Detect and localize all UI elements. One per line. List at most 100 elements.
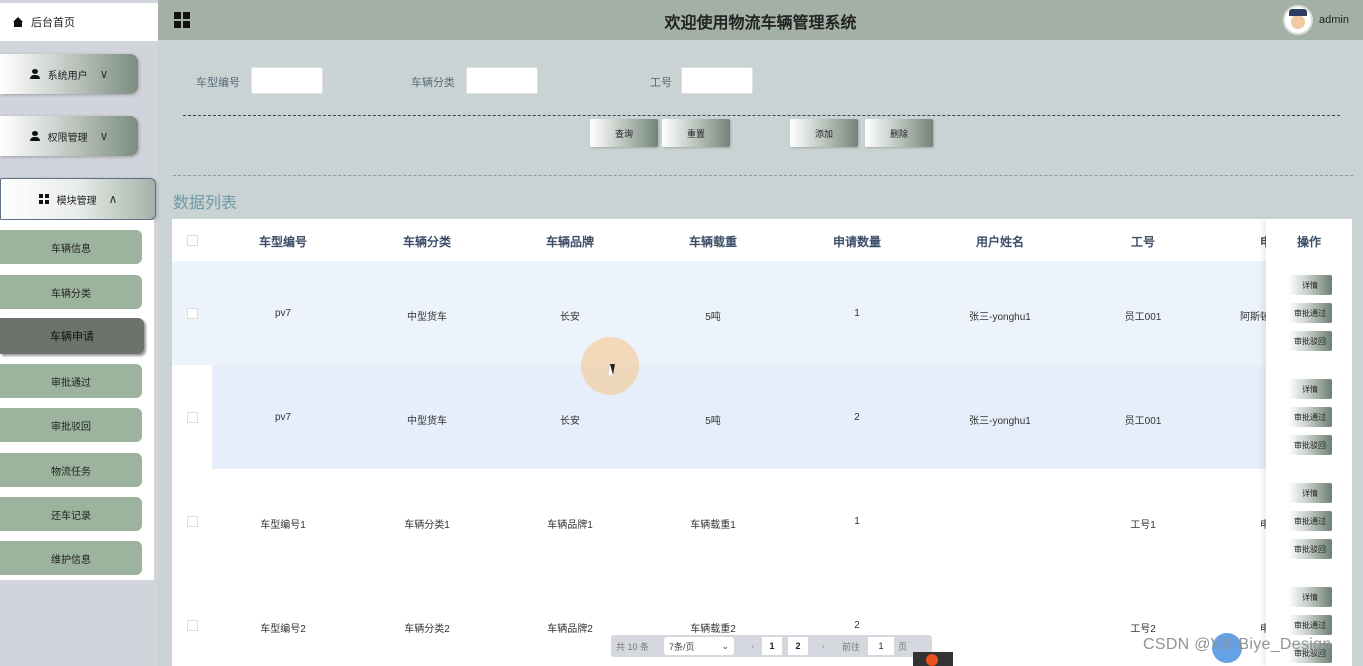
search-label-job-no: 工号 [650, 77, 672, 89]
cell-job-no: 工号1 [1130, 520, 1156, 531]
detail-button[interactable]: 详情 [1288, 379, 1332, 399]
approve-button[interactable]: 审批通过 [1288, 303, 1332, 323]
cell-load: 5吨 [705, 416, 721, 427]
cell-user-name: 张三-yonghu1 [969, 416, 1031, 427]
menu-modules[interactable]: 模块管理 ∧ [0, 178, 156, 220]
cell-model-no: 车型编号2 [260, 624, 306, 635]
goto-suffix: 页 [898, 641, 908, 652]
detail-button[interactable]: 详情 [1288, 587, 1332, 607]
column-header: 车型编号 [258, 235, 307, 249]
row-checkbox[interactable] [187, 308, 198, 319]
pagination: 共 10 条 7条/页 ⌄ ‹ 1 2 › 前往 1 页 [611, 635, 932, 657]
home-link[interactable]: 后台首页 [0, 3, 158, 41]
add-button[interactable]: 添加 [790, 119, 858, 147]
goto-label: 前往 [842, 641, 861, 652]
cell-user-name: 张三-yonghu1 [969, 312, 1031, 323]
user-icon [29, 69, 40, 79]
divider [183, 115, 1340, 116]
next-page-button[interactable]: › [814, 637, 832, 655]
job-no-input[interactable] [681, 67, 753, 94]
pagination-total: 共 10 条 [616, 641, 650, 652]
detail-button[interactable]: 详情 [1288, 275, 1332, 295]
prev-page-button[interactable]: ‹ [744, 637, 762, 655]
chevron-down-icon: ⌄ [721, 640, 729, 651]
page-size-value: 7条/页 [669, 641, 695, 652]
sidebar: 后台首页 富啓 系统用户 ∨ 权限管理 ∨ 模块管理 ∧ 车辆信息 车辆分类 车… [0, 0, 158, 666]
avatar [1283, 5, 1314, 35]
column-header: 车辆载重 [688, 235, 737, 249]
column-header: 用户姓名 [975, 235, 1024, 249]
approve-button[interactable]: 审批通过 [1288, 511, 1332, 531]
cell-quantity: 1 [854, 308, 860, 319]
table-row[interactable]: pv7 中型货车 长安 5吨 2 张三-yonghu1 员工001 [172, 365, 1352, 469]
cell-quantity: 2 [854, 412, 860, 423]
submenu-return-record[interactable]: 还车记录 [0, 497, 142, 531]
username: admin [1319, 14, 1349, 26]
chevron-down-icon: ∨ [99, 129, 109, 143]
list-title: 数据列表 [173, 195, 238, 212]
chevron-down-icon: ∨ [99, 67, 109, 81]
menu-label: 模块管理 [56, 195, 97, 207]
menu-system-users[interactable]: 系统用户 ∨ [0, 54, 138, 94]
delete-button[interactable]: 删除 [865, 119, 933, 147]
submenu-vehicle-category[interactable]: 车辆分类 [0, 275, 142, 309]
cell-category: 中型货车 [407, 312, 447, 323]
submenu-rejected[interactable]: 审批驳回 [0, 408, 142, 442]
table-header: 车型编号 车辆分类 车辆品牌 车辆载重 申请数量 用户姓名 工号 申 [172, 219, 1352, 261]
cell-load: 车辆载重1 [690, 520, 736, 531]
cell-brand: 长安 [560, 312, 580, 323]
reject-button[interactable]: 审批驳回 [1288, 331, 1332, 351]
submenu-logistics-task[interactable]: 物流任务 [0, 453, 142, 487]
row-checkbox[interactable] [187, 620, 198, 631]
page-1[interactable]: 1 [762, 637, 782, 655]
row-checkbox[interactable] [187, 516, 198, 527]
divider [173, 175, 1353, 176]
table-row[interactable]: 车型编号1 车辆分类1 车辆品牌1 车辆载重1 1 工号1 申 [172, 469, 1352, 573]
cell-quantity: 1 [854, 516, 860, 527]
top-header: 欢迎使用物流车辆管理系统 admin [158, 0, 1363, 40]
cell-model-no: 车型编号1 [260, 520, 306, 531]
submenu-vehicle-apply[interactable]: 车辆申请 [0, 318, 144, 354]
reject-button[interactable]: 审批驳回 [1288, 435, 1332, 455]
category-input[interactable] [466, 67, 538, 94]
home-label: 后台首页 [31, 17, 75, 29]
submenu-approved[interactable]: 审批通过 [0, 364, 142, 398]
operations-header: 操作 [1296, 235, 1321, 249]
row-checkbox[interactable] [187, 412, 198, 423]
column-header: 车辆分类 [402, 235, 451, 249]
data-table: 车型编号 车辆分类 车辆品牌 车辆载重 申请数量 用户姓名 工号 申 pv7 中… [172, 219, 1352, 666]
cell-brand: 车辆品牌1 [547, 520, 593, 531]
cell-model-no: pv7 [274, 308, 292, 319]
cell-load: 车辆载重2 [690, 624, 736, 635]
page-2[interactable]: 2 [788, 637, 808, 655]
column-header: 工号 [1130, 235, 1155, 249]
watermark: CSDN @VX-Biye_Design [1143, 636, 1332, 653]
cell-brand: 长安 [560, 416, 580, 427]
chevron-up-icon: ∧ [108, 192, 118, 206]
submenu-maintenance[interactable]: 维护信息 [0, 541, 142, 575]
query-button[interactable]: 查询 [590, 119, 658, 147]
reset-button[interactable]: 重置 [662, 119, 730, 147]
search-label-category: 车辆分类 [411, 77, 455, 89]
select-all-checkbox[interactable] [187, 235, 198, 246]
submenu-vehicle-info[interactable]: 车辆信息 [0, 230, 142, 264]
cell-load: 5吨 [705, 312, 721, 323]
user-menu[interactable]: admin [1283, 5, 1349, 35]
cell-category: 中型货车 [407, 416, 447, 427]
goto-page-input[interactable]: 1 [868, 637, 895, 655]
cell-job-no: 员工001 [1124, 312, 1162, 323]
approve-button[interactable]: 审批通过 [1288, 615, 1332, 635]
approve-button[interactable]: 审批通过 [1288, 407, 1332, 427]
detail-button[interactable]: 详情 [1288, 483, 1332, 503]
cell-job-no: 员工001 [1124, 416, 1162, 427]
menu-permissions[interactable]: 权限管理 ∨ [0, 116, 138, 156]
cell-brand: 车辆品牌2 [547, 624, 593, 635]
table-row[interactable]: pv7 中型货车 长安 5吨 1 张三-yonghu1 员工001 阿斯顿发 [172, 261, 1352, 365]
grid-icon [38, 194, 49, 204]
model-no-input[interactable] [251, 67, 323, 94]
reject-button[interactable]: 审批驳回 [1288, 539, 1332, 559]
operations-column: 操作 详情 审批通过 审批驳回 详情 审批通过 审批驳回 详情 审批通过 审批驳… [1266, 219, 1352, 666]
cell-quantity: 2 [854, 620, 860, 631]
page-size-select[interactable]: 7条/页 ⌄ [664, 637, 734, 655]
cell-category: 车辆分类1 [404, 520, 450, 531]
